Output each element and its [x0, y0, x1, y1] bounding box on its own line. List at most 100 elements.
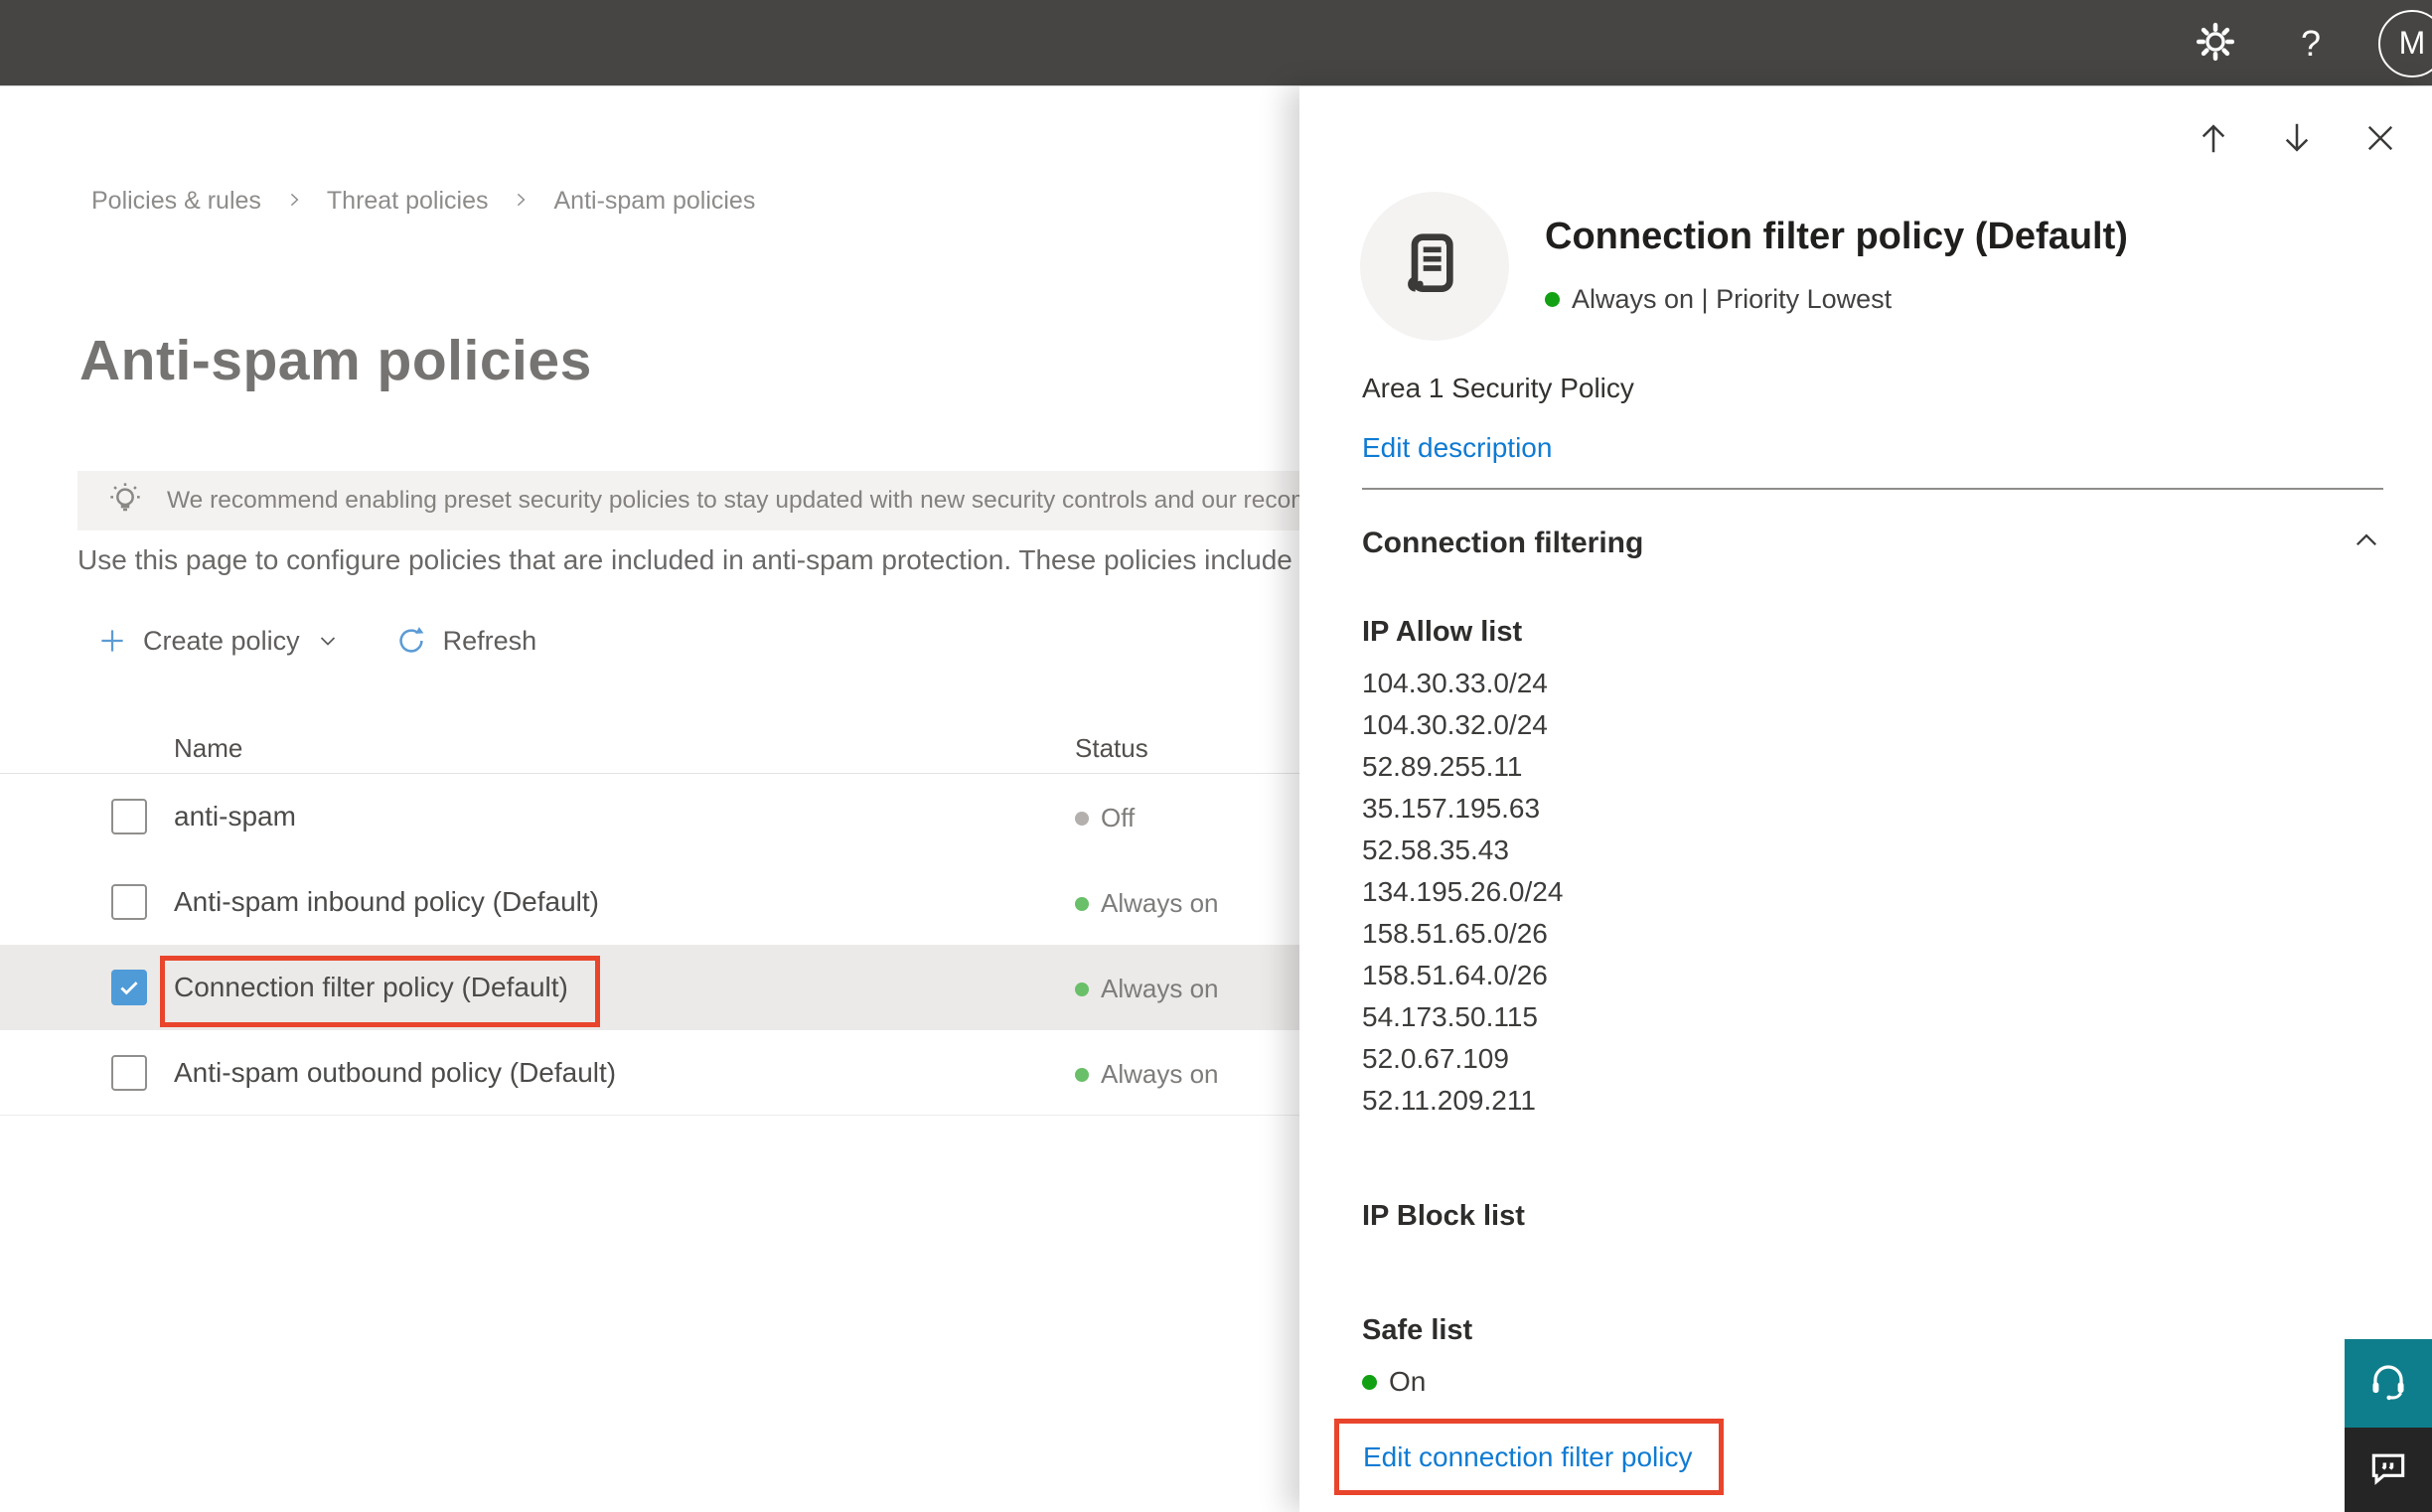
ip-entry: 54.173.50.115: [1362, 1001, 1538, 1032]
policy-name[interactable]: Connection filter policy (Default): [174, 972, 568, 1003]
create-policy-label: Create policy: [143, 625, 300, 656]
row-checkbox[interactable]: [111, 799, 147, 834]
row-checkbox[interactable]: [111, 884, 147, 920]
ip-entry: 134.195.26.0/24: [1362, 876, 1564, 907]
policy-table: Name Status anti-spam Off Anti-spam inbo…: [0, 731, 1303, 1116]
banner-text: We recommend enabling preset security po…: [167, 487, 1303, 514]
breadcrumb-anti-spam-policies: Anti-spam policies: [553, 187, 756, 215]
status-dot-on: [1545, 292, 1560, 307]
next-item-button[interactable]: [2273, 114, 2321, 162]
breadcrumb-policies-rules[interactable]: Policies & rules: [91, 187, 261, 216]
status-dot-off: [1075, 811, 1089, 826]
ip-entry: 52.58.35.43: [1362, 834, 1509, 865]
page-title: Anti-spam policies: [79, 329, 592, 392]
status-dot-on: [1362, 1374, 1377, 1390]
gear-icon: [2195, 21, 2236, 66]
flyout-nav: [2190, 114, 2404, 162]
policy-name[interactable]: Anti-spam outbound policy (Default): [174, 1057, 616, 1089]
divider: [1362, 488, 2383, 490]
feedback-button[interactable]: [2345, 1428, 2432, 1512]
section-title: Connection filtering: [1362, 526, 1644, 559]
safe-list-label: Safe list: [1362, 1314, 1473, 1346]
headset-icon: [2365, 1359, 2411, 1408]
status-label: Always on: [1101, 974, 1219, 1003]
topbar-icons: ? M: [2184, 0, 2432, 85]
ip-allow-list-label: IP Allow list: [1362, 616, 1523, 648]
breadcrumb: Policies & rules Threat policies Anti-sp…: [91, 187, 755, 216]
flyout-header: Connection filter policy (Default) Alway…: [1360, 192, 2128, 341]
ip-entry: 52.0.67.109: [1362, 1043, 1509, 1074]
chevron-right-icon: [285, 187, 303, 216]
status-label: Off: [1101, 803, 1136, 832]
help-icon: ?: [2300, 22, 2322, 64]
ip-entry: 35.157.195.63: [1362, 793, 1541, 824]
toolbar: Create policy Refresh: [97, 618, 536, 664]
table-row[interactable]: Anti-spam inbound policy (Default) Alway…: [0, 859, 1303, 945]
settings-button[interactable]: [2184, 12, 2247, 76]
page-description: Use this page to configure policies that…: [77, 544, 1292, 575]
ip-block-list-label: IP Block list: [1362, 1200, 1525, 1232]
safe-list-status-text: On: [1389, 1366, 1427, 1397]
status-dot-on: [1075, 982, 1089, 996]
ip-entry: 158.51.65.0/26: [1362, 918, 1548, 949]
ip-entry: 158.51.64.0/26: [1362, 960, 1548, 990]
previous-item-button[interactable]: [2190, 114, 2237, 162]
lightbulb-icon: [105, 479, 145, 524]
highlight-box: Edit connection filter policy: [1334, 1419, 1724, 1495]
status-badge: Always on: [1075, 1059, 1219, 1090]
recommendation-banner: We recommend enabling preset security po…: [77, 471, 1303, 530]
policy-avatar: [1360, 192, 1509, 341]
table-row[interactable]: Anti-spam outbound policy (Default) Alwa…: [0, 1030, 1303, 1116]
side-buttons: [2345, 1339, 2432, 1512]
create-policy-button[interactable]: Create policy: [97, 626, 340, 657]
row-checkbox-checked[interactable]: [111, 970, 147, 1005]
breadcrumb-threat-policies[interactable]: Threat policies: [327, 187, 489, 216]
flyout-title: Connection filter policy (Default): [1545, 216, 2128, 257]
flyout-status: Always on | Priority Lowest: [1545, 284, 2128, 315]
status-dot-on: [1075, 1067, 1089, 1082]
column-header-name[interactable]: Name: [174, 733, 242, 764]
status-label: Always on: [1101, 1059, 1219, 1089]
feedback-icon: [2366, 1446, 2410, 1493]
screen: ? M Policies & rules Threat policies Ant…: [0, 0, 2432, 1512]
policy-name[interactable]: anti-spam: [174, 801, 296, 832]
help-button[interactable]: ?: [2279, 12, 2343, 76]
details-flyout: Connection filter policy (Default) Alway…: [1299, 86, 2432, 1512]
ip-entry: 104.30.32.0/24: [1362, 709, 1548, 740]
plus-icon: [97, 626, 127, 656]
chevron-right-icon: [512, 187, 530, 216]
support-button[interactable]: [2345, 1339, 2432, 1428]
flyout-status-text: Always on | Priority Lowest: [1572, 284, 1893, 314]
status-badge: Always on: [1075, 974, 1219, 1004]
section-connection-filtering[interactable]: Connection filtering: [1362, 524, 2383, 562]
close-button[interactable]: [2356, 114, 2404, 162]
main-content: Policies & rules Threat policies Anti-sp…: [0, 87, 1303, 1512]
table-row[interactable]: anti-spam Off: [0, 774, 1303, 859]
chevron-down-icon: [316, 629, 340, 653]
table-row-selected[interactable]: Connection filter policy (Default) Alway…: [0, 945, 1303, 1030]
status-dot-on: [1075, 896, 1089, 911]
chevron-up-icon: [2350, 524, 2383, 562]
edit-description-link[interactable]: Edit description: [1362, 432, 1552, 464]
refresh-icon: [395, 625, 427, 657]
status-label: Always on: [1101, 888, 1219, 918]
flyout-header-text: Connection filter policy (Default) Alway…: [1545, 192, 2128, 341]
ip-entry: 52.89.255.11: [1362, 751, 1523, 782]
avatar-initial: M: [2398, 25, 2426, 61]
avatar[interactable]: M: [2378, 9, 2432, 77]
edit-connection-filter-policy-link[interactable]: Edit connection filter policy: [1363, 1441, 1693, 1473]
safe-list-status: On: [1362, 1366, 1426, 1398]
refresh-button[interactable]: Refresh: [395, 625, 537, 657]
table-header: Name Status: [0, 731, 1303, 774]
row-checkbox[interactable]: [111, 1055, 147, 1091]
column-header-status[interactable]: Status: [1075, 733, 1148, 764]
status-badge: Always on: [1075, 888, 1219, 919]
status-badge: Off: [1075, 803, 1135, 833]
ip-entry: 52.11.209.211: [1362, 1085, 1536, 1116]
ip-entry: 104.30.33.0/24: [1362, 668, 1548, 698]
refresh-label: Refresh: [442, 625, 537, 656]
policy-scroll-icon: [1395, 225, 1474, 309]
policy-name[interactable]: Anti-spam inbound policy (Default): [174, 886, 599, 918]
ip-allow-list: 104.30.33.0/24 104.30.32.0/24 52.89.255.…: [1362, 663, 1563, 1122]
topbar: ? M: [0, 0, 2432, 86]
